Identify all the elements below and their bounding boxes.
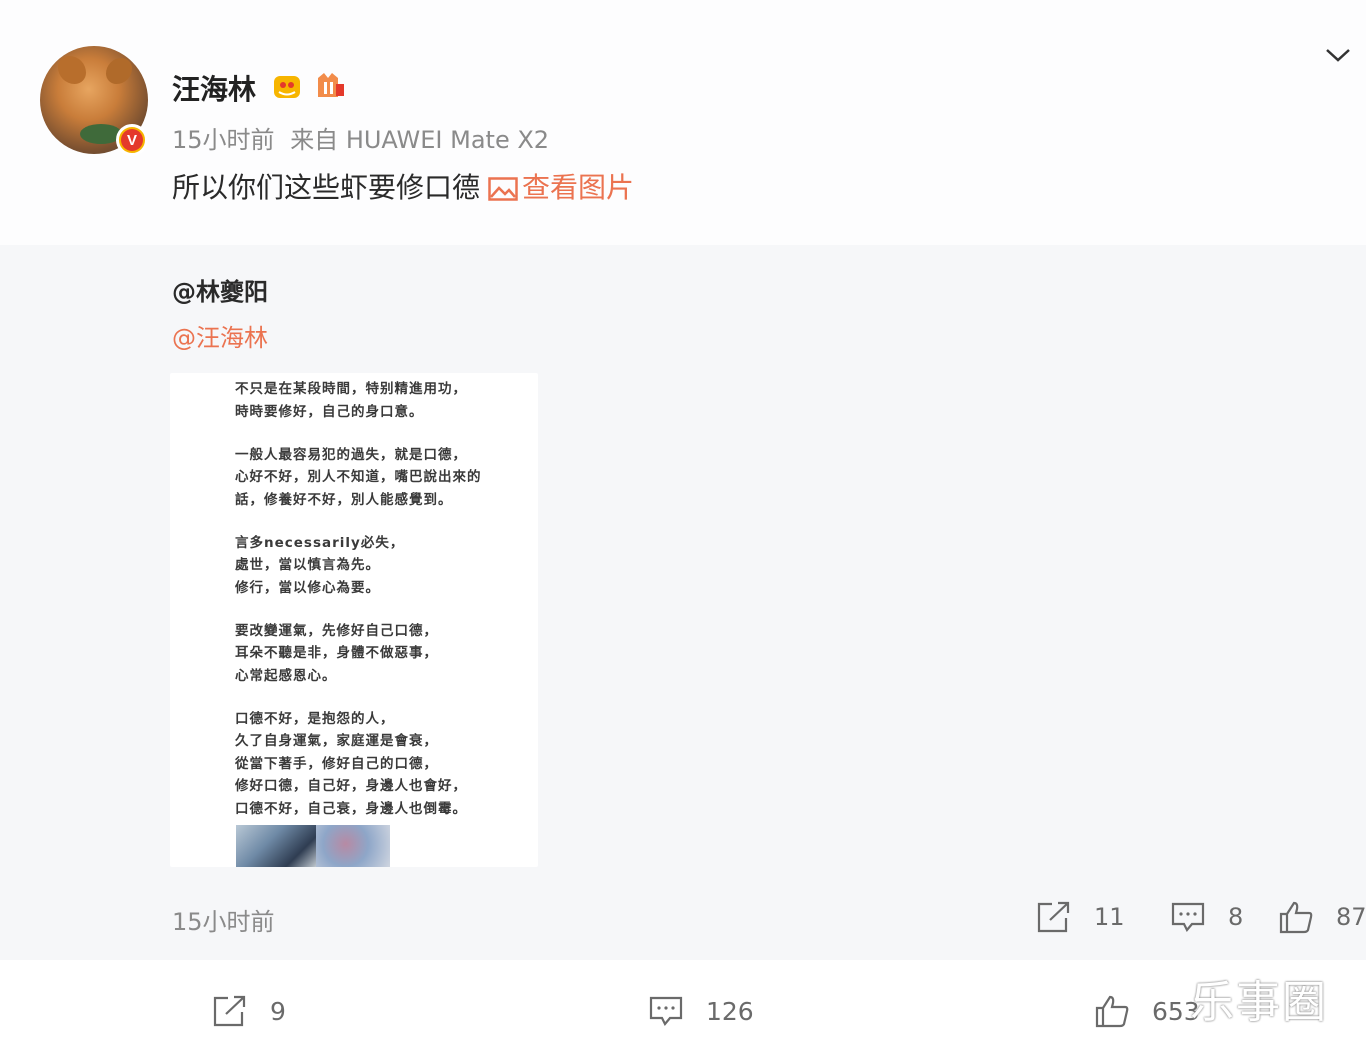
image-text-line: 要改變運氣，先修好自己口德， (235, 623, 438, 639)
share-count: 11 (1094, 903, 1125, 931)
share-icon (213, 995, 246, 1027)
comment-count: 8 (1228, 903, 1244, 931)
repost-like-button[interactable]: 87 (1278, 900, 1366, 934)
image-icon (488, 177, 518, 201)
post-meta: 15小时前 来自 HUAWEI Mate X2 (172, 120, 549, 155)
avatar-cat-ear (58, 56, 86, 84)
image-thumbnail (316, 825, 390, 867)
share-count: 9 (270, 996, 286, 1026)
repost-comment-button[interactable]: 8 (1170, 900, 1243, 934)
share-icon (1037, 901, 1070, 933)
post-source: 来自 HUAWEI Mate X2 (290, 126, 550, 154)
image-text-line: 處世，當以慎言為先。 (235, 557, 380, 573)
verified-icon: V (116, 124, 148, 156)
comment-count: 126 (706, 996, 754, 1026)
image-text-line: 口德不好，自己衰，身邊人也倒霉。 (235, 801, 467, 817)
image-text-line: 修好口德，自己好，身邊人也會好， (235, 778, 467, 794)
image-text-line: 一般人最容易犯的過失，就是口德， (235, 447, 467, 463)
image-text-line: 久了自身運氣，家庭運是會衰， (235, 733, 438, 749)
image-thumbnail (236, 825, 316, 867)
avatar-cat-ear (106, 58, 132, 84)
view-picture-link[interactable]: 查看图片 (480, 171, 634, 204)
mention-link[interactable]: @汪海林 (172, 318, 268, 353)
comment-icon (649, 996, 683, 1026)
thumbs-up-icon (1279, 901, 1313, 934)
like-count: 87 (1336, 903, 1366, 931)
footer-share-button[interactable]: 9 (212, 993, 286, 1029)
image-text-line: 時時要修好，自己的身口意。 (235, 404, 424, 420)
chevron-down-icon[interactable] (1324, 44, 1352, 66)
thumbs-up-icon (1095, 995, 1129, 1028)
comment-icon (1171, 902, 1205, 932)
image-text-line: 言多necessarily必失， (235, 535, 405, 551)
username[interactable]: 汪海林 (172, 68, 256, 108)
post-text: 所以你们这些虾要修口德 查看图片 (172, 166, 634, 206)
post-image[interactable]: 不只是在某段時間，特别精進用功， 時時要修好，自己的身口意。 一般人最容易犯的過… (170, 373, 538, 867)
image-text-line: 修行，當以修心為要。 (235, 580, 380, 596)
image-text-line: 心常起感恩心。 (235, 668, 337, 684)
post-time: 15小时前 (172, 126, 275, 154)
member-badge-icon[interactable] (314, 70, 346, 100)
footer-comment-button[interactable]: 126 (648, 993, 754, 1029)
image-text-line: 耳朵不聽是非，身體不做惡事， (235, 645, 438, 661)
repost-share-button[interactable]: 11 (1036, 900, 1125, 934)
image-text-line: 不只是在某段時間，特别精進用功， (235, 381, 467, 397)
image-text-line: 從當下著手，修好自己的口德， (235, 756, 438, 772)
watermark: 乐事圈 (1190, 977, 1328, 1028)
post-body: 所以你们这些虾要修口德 (172, 171, 481, 204)
footer-like-button[interactable]: 653 (1094, 993, 1200, 1029)
view-picture-label: 查看图片 (522, 171, 635, 204)
image-text-line: 心好不好，別人不知道，嘴巴說出來的 (235, 469, 482, 485)
original-author[interactable]: @林夔阳 (172, 272, 268, 307)
repost-time: 15小时前 (172, 908, 275, 936)
image-text-line: 話，修養好不好，別人能感覺到。 (235, 492, 453, 508)
image-text-line: 口德不好，是抱怨的人， (235, 711, 395, 727)
crown-badge-icon[interactable] (272, 70, 302, 100)
